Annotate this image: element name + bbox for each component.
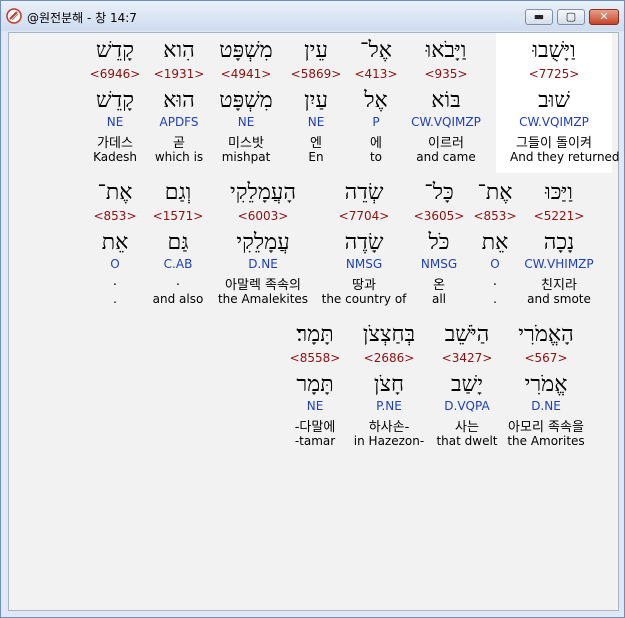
parse-code: NE (106, 115, 124, 129)
strong-number[interactable]: <3605> (395, 209, 483, 223)
english-gloss: all (431, 292, 447, 306)
lemma-word: שׁוּב (538, 88, 570, 113)
parse-code: O (110, 257, 120, 271)
close-button[interactable]: ✕ (589, 9, 619, 25)
hebrew-word: הָאֱמֹרִי (518, 322, 574, 347)
lemma-word: תָּמָר (296, 372, 334, 397)
strong-number[interactable]: <6003> (211, 209, 315, 223)
lemma-word: כֹּל (428, 230, 450, 255)
korean-gloss: 아모리 족속을 (508, 420, 584, 435)
app-window: @원전분해 - 창 14:7 ▬ ▢ ✕ וַיָּשֻׁבוּ <7725> … (0, 0, 625, 618)
minimize-icon: ▬ (533, 10, 545, 23)
strong-number[interactable]: <7704> (320, 209, 408, 223)
lemma-word: שָׂדֶה (344, 230, 384, 255)
english-gloss: the Amorites (507, 434, 585, 448)
title-bar[interactable]: @원전분해 - 창 14:7 ▬ ▢ ✕ (1, 1, 624, 31)
hebrew-word: שְׂדֵה (344, 180, 384, 205)
lemma-word: קָדֵשׁ (96, 88, 134, 113)
english-gloss: the country of (321, 292, 407, 306)
lemma-word: אֵת (101, 230, 129, 255)
app-icon (6, 8, 22, 24)
maximize-button[interactable]: ▢ (557, 9, 585, 25)
korean-gloss: 땅과 (352, 278, 376, 293)
korean-gloss: 그들이 돌이켜 (516, 136, 592, 151)
lemma-word: יָשַׁב (451, 372, 483, 397)
lemma-word: אֱמֹרִי (524, 372, 568, 397)
strong-number[interactable]: <7725> (510, 67, 598, 81)
hebrew-word: הַיֹּשֵׁב (444, 322, 490, 347)
strong-number[interactable]: <6946> (71, 67, 159, 81)
korean-gloss: . (112, 274, 118, 289)
strong-number[interactable]: <567> (502, 351, 590, 365)
minimize-button[interactable]: ▬ (525, 9, 553, 25)
korean-gloss: 아말렉 족속의 (225, 278, 301, 293)
hebrew-word: הָעֲמָלֵקִי (230, 180, 296, 205)
parse-code: D.NE (248, 257, 278, 271)
parse-code: NE (306, 399, 324, 413)
parse-code: D.NE (531, 399, 561, 413)
interlinear-panel[interactable]: וַיָּשֻׁבוּ <7725> שׁוּב CW.VQIMZP 그들이 돌… (8, 32, 620, 611)
english-gloss: that dwelt (436, 434, 498, 448)
hebrew-word: קָדֵשׁ (96, 38, 134, 63)
lemma-word: עֲמָלֵקִי (236, 230, 290, 255)
strong-number[interactable]: <8558> (271, 351, 359, 365)
english-gloss: Kadesh (93, 150, 137, 164)
maximize-icon: ▢ (565, 10, 577, 23)
window-title: @원전분해 - 창 14:7 (27, 11, 137, 25)
hebrew-word: אֶת־ (97, 180, 133, 205)
strong-number[interactable]: <3427> (423, 351, 511, 365)
parse-code: CW.VQIMZP (519, 115, 589, 129)
korean-gloss: -다말에 (294, 420, 336, 435)
strong-number[interactable]: <853> (71, 209, 159, 223)
korean-gloss: 가데스 (97, 136, 133, 151)
english-gloss: And they returned (510, 150, 620, 164)
korean-gloss: 사는 (455, 420, 479, 435)
parse-code: NMSG (345, 257, 383, 271)
hebrew-word: כָּל־ (424, 180, 454, 205)
english-gloss: -tamar (294, 434, 336, 448)
parse-code: NMSG (420, 257, 458, 271)
english-gloss: the Amalekites (217, 292, 309, 306)
close-icon: ✕ (599, 10, 609, 23)
hebrew-word: תָּמָר׃ (296, 322, 334, 347)
parse-code: D.VQPA (444, 399, 490, 413)
english-gloss: . (113, 292, 117, 306)
korean-gloss: 온 (433, 278, 445, 293)
hebrew-word: וַיָּשֻׁבוּ (532, 38, 576, 63)
